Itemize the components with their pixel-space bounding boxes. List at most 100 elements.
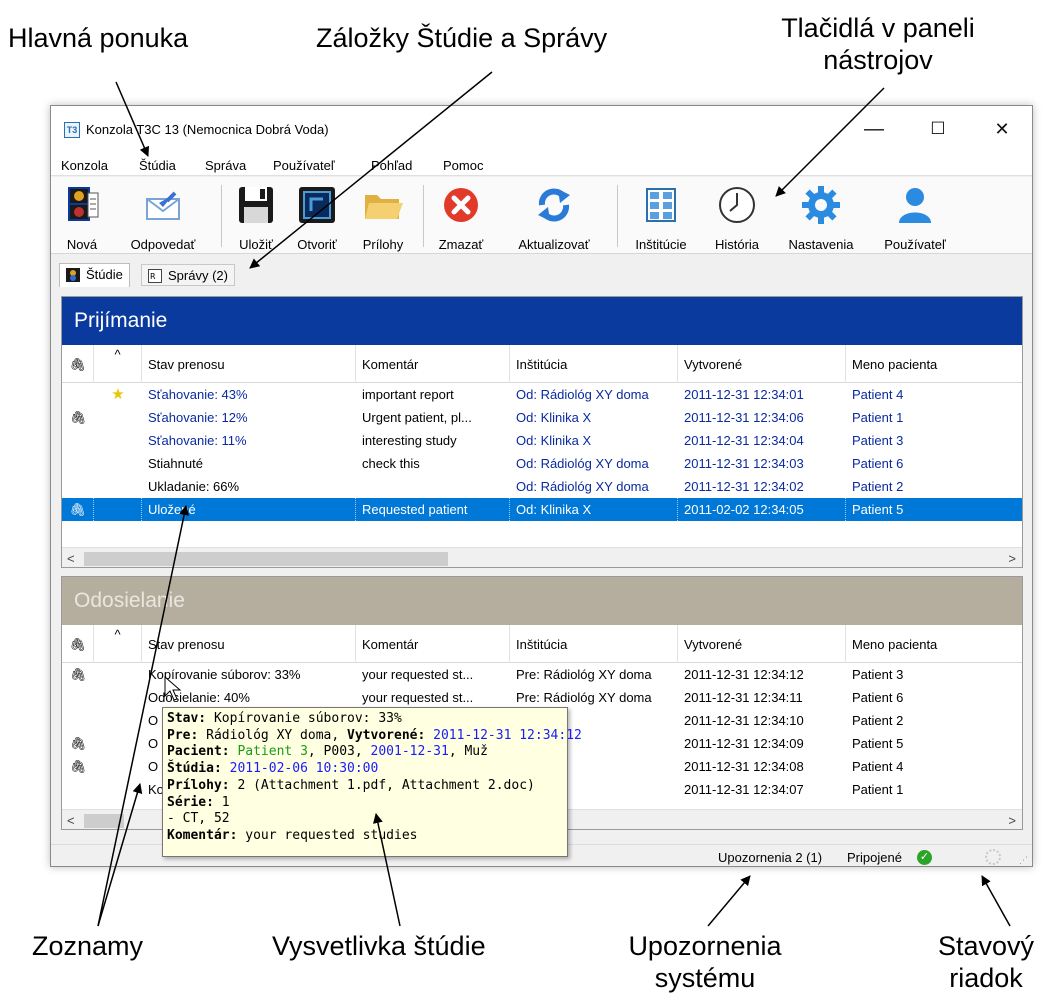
table-row[interactable]: Stiahnuté check this Od: Rádiológ XY doma 2…	[62, 452, 1022, 475]
toolbar-separator	[221, 185, 222, 247]
cell-institution: Od: Rádiológ XY doma	[516, 387, 649, 402]
toolbar-label-open: Otvoriť	[297, 237, 337, 252]
cell-institution: Od: Rádiológ XY doma	[516, 456, 649, 471]
history-clock-icon	[719, 187, 755, 223]
delete-icon	[444, 188, 478, 222]
callout-system-alerts: Upozornenia systému	[605, 930, 805, 994]
tooltip-patient-id: , P003,	[307, 744, 363, 760]
table-row[interactable]: 🖇 Kopírovanie súborov: 33% your requested …	[62, 663, 1022, 686]
cell-created: 2011-12-31 12:34:04	[684, 433, 804, 448]
tooltip-series-label: Série:	[167, 794, 214, 810]
table-row[interactable]: Odosielanie: 40% your requested st... Pre:…	[62, 686, 1022, 709]
table-row[interactable]: ★ Sťahovanie: 43% important report Od: Rádi…	[62, 383, 1022, 406]
scrollbar-thumb[interactable]	[84, 552, 448, 566]
callout-status-line2: riadok	[949, 963, 1023, 993]
column-institution[interactable]: Inštitúcia	[510, 625, 678, 663]
cell-comment: your requested st...	[362, 667, 474, 682]
receiving-list[interactable]: Prijímanie 🖇 ^ Stav prenosu Komentár Inš…	[61, 296, 1023, 568]
tab-studies[interactable]: Štúdie	[59, 263, 130, 287]
cell-patient: Patient 6	[852, 456, 904, 471]
toolbar-button-delete[interactable]: Zmazať	[431, 183, 491, 252]
scroll-left-icon[interactable]: <	[67, 551, 75, 566]
tooltip-patient-sex: , Muž	[448, 744, 488, 760]
panel-splitter[interactable]	[61, 568, 1023, 576]
priority-star-icon	[94, 406, 142, 429]
tab-reports[interactable]: R Správy (2)	[141, 264, 235, 286]
cell-patient: Patient 5	[852, 736, 904, 751]
table-row[interactable]: 🖇 Uložené Requested patient Od: Klinika X 20…	[62, 498, 1022, 521]
column-created[interactable]: Vytvorené	[678, 345, 846, 383]
toolbar-separator	[617, 185, 618, 247]
attachment-column-icon[interactable]: 🖇	[62, 345, 94, 383]
toolbar: Nová Odpovedať Uložiť Otvoriť Prílohy Zm…	[51, 177, 1032, 254]
main-menu: Konzola Štúdia Správa Používateľ Pohľad …	[51, 152, 1032, 176]
column-patient-name[interactable]: Meno pacienta	[846, 625, 1022, 663]
attachment-icon	[62, 778, 94, 801]
column-transfer-status[interactable]: Stav prenosu	[142, 625, 356, 663]
table-row[interactable]: Sťahovanie: 11% interesting study Od: Klin…	[62, 429, 1022, 452]
system-alerts-link[interactable]: Upozornenia 2 (1)	[718, 850, 822, 865]
tooltip-status-line: Stav: Kopírovanie súborov: 33%	[167, 711, 563, 728]
cell-comment: Requested patient	[356, 498, 510, 521]
table-row[interactable]: Ukladanie: 66% Od: Rádiológ XY doma 2011-1…	[62, 475, 1022, 498]
toolbar-button-user[interactable]: Používateľ	[869, 183, 961, 252]
title-bar[interactable]: T3 Konzola T3C 13 (Nemocnica Dobrá Voda)…	[51, 106, 1032, 152]
receiving-rows: ★ Sťahovanie: 43% important report Od: Rádi…	[62, 383, 1022, 521]
maximize-button[interactable]: ☐	[915, 114, 961, 144]
menu-pohlad[interactable]: Pohľad	[371, 158, 412, 173]
toolbar-button-open[interactable]: Otvoriť	[287, 183, 347, 252]
sort-ascending-icon[interactable]: ^	[94, 345, 142, 383]
column-comment[interactable]: Komentár	[356, 625, 510, 663]
callout-toolbar-buttons: Tlačidlá v paneli nástrojov	[740, 12, 1016, 76]
cell-comment: your requested st...	[362, 690, 474, 705]
toolbar-button-new[interactable]: Nová	[57, 183, 107, 252]
attachments-folder-icon	[365, 195, 403, 219]
priority-star-icon	[94, 498, 142, 521]
toolbar-button-save[interactable]: Uložiť	[227, 183, 285, 252]
toolbar-button-refresh[interactable]: Aktualizovať	[499, 183, 609, 252]
tooltip-attachments-label: Prílohy:	[167, 777, 230, 793]
table-row[interactable]: 🖇 Sťahovanie: 12% Urgent patient, pl... Od:…	[62, 406, 1022, 429]
sort-ascending-icon[interactable]: ^	[94, 625, 142, 663]
menu-pomoc[interactable]: Pomoc	[443, 158, 483, 173]
menu-pouzivatel[interactable]: Používateľ	[273, 158, 335, 173]
cell-created: 2011-12-31 12:34:12	[684, 667, 804, 682]
tooltip-patient-dob: 2001-12-31	[370, 744, 449, 760]
cell-institution: Od: Klinika X	[510, 498, 678, 521]
attachment-icon	[62, 452, 94, 475]
column-patient-name[interactable]: Meno pacienta	[846, 345, 1022, 383]
toolbar-button-institutions[interactable]: Inštitúcie	[623, 183, 699, 252]
cell-created: 2011-12-31 12:34:11	[684, 690, 803, 705]
close-button[interactable]: ✕	[979, 114, 1025, 144]
menu-studia[interactable]: Štúdia	[139, 158, 176, 173]
cell-status: Ukladanie: 66%	[148, 479, 240, 494]
toolbar-button-settings[interactable]: Nastavenia	[777, 183, 865, 252]
scroll-right-icon[interactable]: >	[1008, 551, 1016, 566]
tooltip-created-label: Vytvorené:	[347, 727, 426, 743]
toolbar-button-attachments[interactable]: Prílohy	[353, 183, 413, 252]
attachment-icon: 🖇	[62, 498, 94, 521]
toolbar-button-history[interactable]: História	[701, 183, 773, 252]
tooltip-series-detail: - CT, 52	[167, 811, 230, 827]
receiving-horizontal-scrollbar[interactable]: < >	[62, 547, 1022, 567]
minimize-button[interactable]: —	[851, 114, 897, 144]
scroll-right-icon[interactable]: >	[1008, 813, 1016, 828]
column-created[interactable]: Vytvorené	[678, 625, 846, 663]
connection-status: Pripojené	[847, 850, 902, 865]
connected-check-icon: ✓	[917, 850, 932, 865]
column-institution[interactable]: Inštitúcia	[510, 345, 678, 383]
scroll-left-icon[interactable]: <	[67, 813, 75, 828]
refresh-icon	[538, 188, 570, 222]
column-comment[interactable]: Komentár	[356, 345, 510, 383]
toolbar-button-reply[interactable]: Odpovedať	[113, 183, 213, 252]
attachment-icon	[62, 429, 94, 452]
column-transfer-status[interactable]: Stav prenosu	[142, 345, 356, 383]
cell-created: 2011-12-31 12:34:03	[684, 456, 804, 471]
scrollbar-thumb[interactable]	[84, 814, 124, 828]
menu-konzola[interactable]: Konzola	[61, 158, 108, 173]
resize-grip-icon[interactable]: ⋰	[1019, 855, 1029, 865]
menu-sprava[interactable]: Správa	[205, 158, 246, 173]
attachment-column-icon[interactable]: 🖇	[62, 625, 94, 663]
cell-patient: Patient 4	[852, 759, 904, 774]
cell-patient: Patient 5	[846, 498, 1022, 521]
